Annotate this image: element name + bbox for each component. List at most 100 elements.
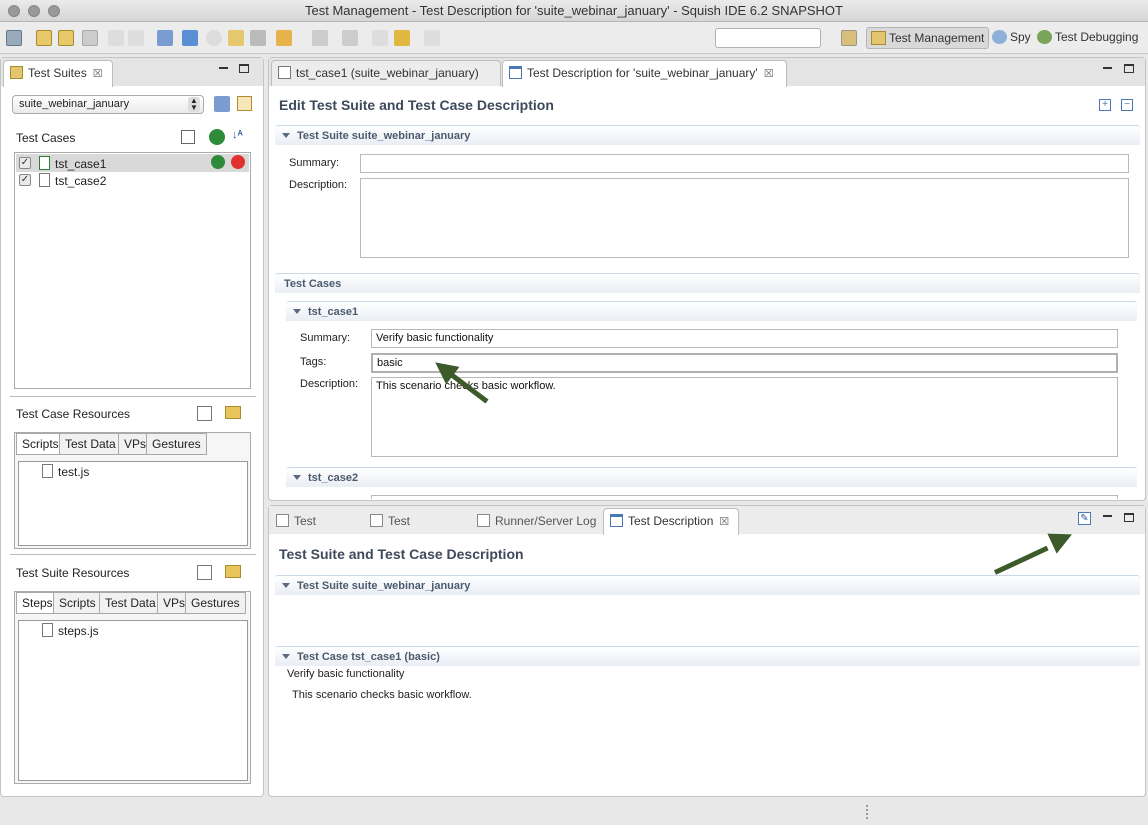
toolbar-search-input[interactable] xyxy=(715,28,821,48)
case1-section-header[interactable]: tst_case1 xyxy=(286,301,1137,321)
tc-resources-box: Scripts Test Data VPs Gestures test.js xyxy=(14,432,251,549)
suite-table-icon[interactable] xyxy=(237,96,252,111)
maximize-icon[interactable] xyxy=(1124,64,1134,73)
tab-scripts[interactable]: Scripts xyxy=(16,433,65,455)
bookmark-icon[interactable] xyxy=(342,30,358,46)
tab-test-description-editor[interactable]: Test Description for 'suite_webinar_janu… xyxy=(502,60,787,87)
open-folder-icon[interactable] xyxy=(225,406,241,419)
case1-description-field[interactable]: This scenario checks basic workflow. xyxy=(371,377,1118,457)
run-test-icon[interactable] xyxy=(211,155,225,169)
collapse-triangle-icon xyxy=(282,583,290,588)
edit-description-icon[interactable]: ✎ xyxy=(1078,512,1091,525)
main-toolbar: Test Management Spy Test Debugging xyxy=(0,22,1148,54)
maximize-icon[interactable] xyxy=(239,64,249,73)
bug-icon xyxy=(1037,30,1052,44)
tab-test-description[interactable]: Test Description ☒ xyxy=(603,508,739,535)
tab-runner-log[interactable]: Runner/Server Log xyxy=(470,508,606,534)
suite-summary-field[interactable] xyxy=(360,154,1129,173)
case1-tags-field[interactable]: basic xyxy=(371,353,1118,373)
tab-scripts[interactable]: Scripts xyxy=(53,592,102,614)
minimize-window-icon[interactable] xyxy=(28,5,40,17)
suite-select[interactable]: suite_webinar_january ▲ ▼ xyxy=(12,95,204,114)
minimize-icon[interactable] xyxy=(1103,515,1112,517)
perspective-spy[interactable]: Spy xyxy=(988,27,1035,49)
nav-icon[interactable] xyxy=(312,30,328,46)
section-title: tst_case1 xyxy=(308,306,359,318)
redo-icon[interactable] xyxy=(128,30,144,46)
pause-icon[interactable] xyxy=(228,30,244,46)
perspective-label: Test Debugging xyxy=(1055,30,1139,44)
suite-section-header[interactable]: Test Suite suite_webinar_january xyxy=(275,125,1140,145)
bottom-case-section-header[interactable]: Test Case tst_case1 (basic) xyxy=(275,646,1140,666)
suite-select-value: suite_webinar_january xyxy=(19,98,130,110)
forward-icon[interactable] xyxy=(424,30,440,46)
window-titlebar: Test Management - Test Description for '… xyxy=(0,0,1148,22)
collapse-triangle-icon xyxy=(293,475,301,480)
pick-icon[interactable] xyxy=(157,30,173,46)
stop-icon[interactable] xyxy=(250,30,266,46)
suite-description-field[interactable] xyxy=(360,178,1129,258)
minimize-icon[interactable] xyxy=(219,67,228,69)
tab-test-results[interactable]: Test Results xyxy=(269,508,365,552)
record-test-icon[interactable] xyxy=(231,155,245,169)
prev-annotation-icon[interactable] xyxy=(372,30,388,46)
tst-case2-label[interactable]: tst_case2 xyxy=(55,174,106,188)
save-icon[interactable] xyxy=(82,30,98,46)
perspective-test-debugging[interactable]: Test Debugging xyxy=(1033,27,1142,49)
checkbox-tst-case2[interactable]: ✓ xyxy=(19,174,31,186)
new-icon[interactable] xyxy=(6,30,22,46)
tab-test-summary[interactable]: Test Summary xyxy=(363,508,473,552)
suite-settings-icon[interactable] xyxy=(214,96,230,112)
tst-case1-label[interactable]: tst_case1 xyxy=(55,157,106,171)
tab-tst-case1[interactable]: tst_case1 (suite_webinar_january) xyxy=(271,60,501,86)
section-title: tst_case2 xyxy=(308,472,359,484)
perspective-test-management[interactable]: Test Management xyxy=(866,27,990,49)
checkbox-tst-case1[interactable]: ✓ xyxy=(19,157,31,169)
back-icon[interactable] xyxy=(394,30,410,46)
editor-content: Edit Test Suite and Test Case Descriptio… xyxy=(270,87,1144,499)
open-suite-icon[interactable] xyxy=(58,30,74,46)
open-perspective-icon[interactable] xyxy=(841,30,857,46)
tab-test-data[interactable]: Test Data xyxy=(99,592,162,614)
close-icon[interactable]: ☒ xyxy=(764,62,774,86)
status-grip[interactable] xyxy=(866,805,868,819)
tab-test-data[interactable]: Test Data xyxy=(59,433,122,455)
zoom-window-icon[interactable] xyxy=(48,5,60,17)
collapse-triangle-icon xyxy=(282,133,290,138)
section-title: Test Suite suite_webinar_january xyxy=(297,130,471,142)
test-cases-section-header: Test Cases xyxy=(275,273,1140,293)
close-icon[interactable]: ☒ xyxy=(93,62,103,86)
file-test-js[interactable]: test.js xyxy=(58,465,89,479)
spy-icon xyxy=(992,30,1007,44)
case2-section-header[interactable]: tst_case2 xyxy=(286,467,1137,487)
sort-icon[interactable]: ↓ᴬ xyxy=(232,129,248,145)
case1-tags-label: Tags: xyxy=(300,356,327,368)
test-case-list: ✓ tst_case1 ✓ tst_case2 xyxy=(14,152,251,389)
record-snippet-icon[interactable] xyxy=(182,30,198,46)
wand-icon[interactable] xyxy=(276,30,292,46)
test-suite-resources-label: Test Suite Resources xyxy=(16,566,130,580)
run-all-icon[interactable] xyxy=(209,129,225,145)
new-bdd-case-icon[interactable] xyxy=(181,130,195,144)
tab-gestures[interactable]: Gestures xyxy=(146,433,207,455)
open-folder-icon[interactable] xyxy=(225,565,241,578)
new-resource-icon[interactable] xyxy=(197,406,212,421)
undo-icon[interactable] xyxy=(108,30,124,46)
bottom-suite-section-header[interactable]: Test Suite suite_webinar_january xyxy=(275,575,1140,595)
close-window-icon[interactable] xyxy=(8,5,20,17)
expand-all-icon[interactable]: + xyxy=(1099,99,1111,111)
new-suite-icon[interactable] xyxy=(36,30,52,46)
maximize-icon[interactable] xyxy=(1124,513,1134,522)
bottom-content: Test Suite and Test Case Description Tes… xyxy=(270,535,1144,795)
minimize-icon[interactable] xyxy=(1103,67,1112,69)
file-steps-js[interactable]: steps.js xyxy=(58,624,99,638)
close-icon[interactable]: ☒ xyxy=(719,510,729,534)
collapse-all-icon[interactable]: − xyxy=(1121,99,1133,111)
tab-test-suites[interactable]: Test Suites ☒ xyxy=(3,60,113,87)
case2-summary-field[interactable] xyxy=(371,495,1118,499)
tab-gestures[interactable]: Gestures xyxy=(185,592,246,614)
new-resource-icon[interactable] xyxy=(197,565,212,580)
case1-summary-field[interactable]: Verify basic functionality xyxy=(371,329,1118,348)
bottom-tabbar: Test Results Test Summary Runner/Server … xyxy=(269,506,1145,552)
record-icon[interactable] xyxy=(206,30,222,46)
